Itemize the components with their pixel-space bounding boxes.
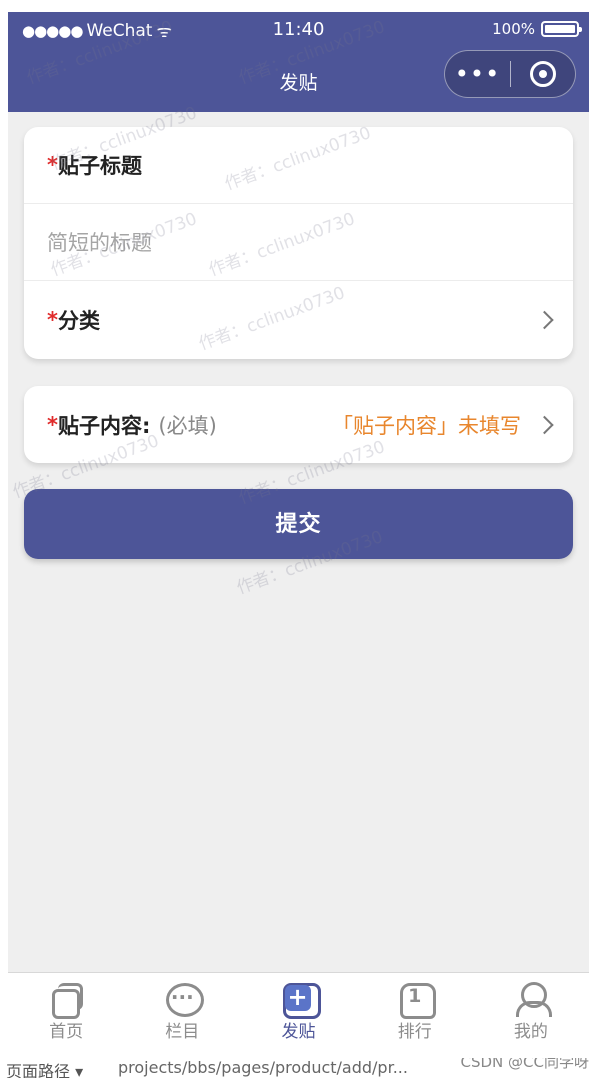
miniprogram-capsule: •••: [444, 50, 576, 98]
tab-profile[interactable]: 我的: [473, 973, 589, 1046]
page-path-value: projects/bbs/pages/product/add/pr...: [118, 1058, 408, 1077]
title-input[interactable]: 简短的标题: [24, 204, 573, 281]
rank-icon: [397, 981, 436, 1019]
profile-icon: [513, 981, 552, 1017]
battery-icon: [541, 21, 582, 37]
page-path-dropdown[interactable]: 页面路径 ▾: [6, 1058, 83, 1078]
chevron-right-icon: [535, 310, 554, 329]
status-bar: ●●●●● WeChat ᯤ 11:40 100%: [8, 12, 589, 46]
devtools-path-bar: 页面路径 ▾ projects/bbs/pages/product/add/pr…: [0, 1058, 603, 1078]
title-label-row: * 贴子标题: [24, 127, 573, 204]
content-card: * 贴子内容: (必填) 「贴子内容」未填写: [24, 386, 573, 463]
more-menu-icon[interactable]: •••: [445, 50, 510, 98]
tab-label: 首页: [49, 1022, 84, 1042]
post-icon: [281, 981, 321, 1019]
content-warning: 「贴子内容」未填写: [332, 413, 521, 438]
credit-watermark: CSDN @CC同学呀: [460, 1058, 589, 1072]
tab-bar: 首页 栏目 发贴 排行 我的: [8, 972, 589, 1046]
tab-label: 排行: [397, 1022, 432, 1042]
tab-rank[interactable]: 排行: [357, 973, 473, 1046]
title-label: 贴子标题: [57, 154, 142, 178]
tab-column[interactable]: 栏目: [124, 973, 240, 1046]
required-mark: *: [47, 307, 58, 332]
chevron-right-icon: [535, 415, 554, 434]
nav-bar: 发贴 •••: [8, 46, 589, 112]
tab-label: 栏目: [165, 1022, 200, 1042]
submit-button[interactable]: 提交: [24, 489, 573, 559]
required-mark: *: [47, 412, 58, 437]
status-right: 100%: [492, 20, 582, 38]
tab-label: 发贴: [281, 1022, 316, 1042]
required-mark: *: [47, 153, 58, 177]
tab-home[interactable]: 首页: [8, 973, 124, 1046]
home-icon: [48, 981, 84, 1019]
column-icon: [164, 981, 205, 1017]
basic-info-card: * 贴子标题 简短的标题 * 分类: [24, 127, 573, 359]
tab-label: 我的: [513, 1022, 548, 1042]
content-editor-row[interactable]: * 贴子内容: (必填) 「贴子内容」未填写: [24, 386, 573, 463]
close-miniprogram-button[interactable]: [511, 61, 575, 87]
battery-percent: 100%: [492, 20, 535, 38]
content-required-hint: (必填): [158, 413, 217, 438]
category-label: 分类: [57, 308, 100, 333]
target-icon: [529, 61, 556, 87]
title-placeholder: 简短的标题: [47, 231, 152, 255]
tab-post[interactable]: 发贴: [240, 973, 356, 1046]
content-label: 贴子内容:: [57, 413, 151, 438]
phone-screen: ●●●●● WeChat ᯤ 11:40 100% 发贴 ••• * 贴子标题 …: [8, 12, 589, 1046]
category-select[interactable]: * 分类: [24, 281, 573, 358]
